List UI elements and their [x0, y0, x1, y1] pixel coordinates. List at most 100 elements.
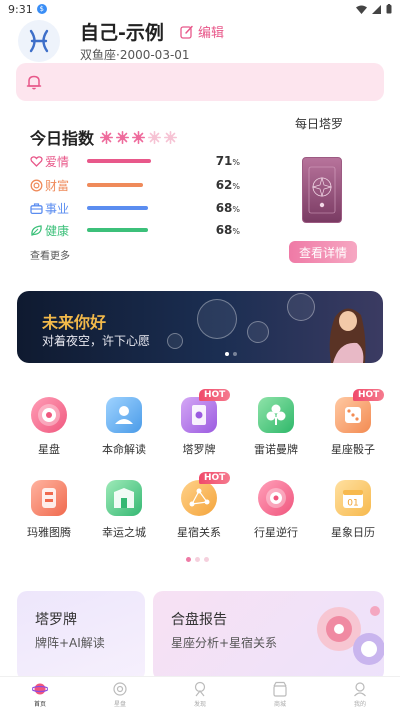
tab-astrolabe[interactable]: 星盘 [80, 677, 160, 711]
feature-item[interactable]: 01 星象日历 [318, 480, 388, 550]
tab-shop[interactable]: 商城 [240, 677, 320, 711]
synastry-report-card[interactable]: 合盘报告 星座分析+星宿关系 [153, 591, 384, 681]
tab-discover[interactable]: 发现 [160, 677, 240, 711]
feature-label: 雷诺曼牌 [254, 443, 298, 456]
notification-icon: $ [36, 4, 47, 14]
feature-label: 本命解读 [102, 443, 146, 456]
tarot-card[interactable] [302, 157, 342, 223]
today-index-title: 今日指数 [30, 125, 178, 149]
clover-icon [258, 397, 294, 433]
feature-label: 星象日历 [331, 526, 375, 539]
metric-bar [87, 183, 177, 187]
metric-bar-fill [87, 206, 149, 210]
briefcase-icon [30, 202, 43, 215]
notification-bar[interactable] [16, 63, 384, 101]
profile-header: 自己-示例 编辑 双鱼座·2000-03-01 [0, 18, 400, 66]
totem-icon [31, 480, 67, 516]
astrolabe-tab-icon [113, 681, 127, 696]
metric-value: 68% [215, 201, 240, 215]
star-empty-icon [148, 130, 162, 144]
banner-pager [225, 352, 237, 356]
feature-label: 幸运之城 [102, 526, 146, 539]
feature-label: 星宿关系 [177, 526, 221, 539]
feature-item[interactable]: 幸运之城 [89, 480, 159, 550]
pisces-icon [29, 29, 49, 53]
birth-info: 双鱼座·2000-03-01 [80, 48, 190, 62]
avatar[interactable] [18, 20, 60, 62]
metric-value: 71% [215, 154, 240, 168]
banner-dot[interactable] [233, 352, 237, 356]
feature-item[interactable]: 本命解读 [89, 397, 159, 467]
tarot-card-icon [308, 166, 336, 214]
tab-home[interactable]: 首页 [0, 677, 80, 711]
feature-label: 星盘 [38, 443, 60, 456]
status-time: 9:31 [8, 2, 33, 16]
person-icon [106, 397, 142, 433]
tab-label: 商城 [273, 700, 286, 708]
daily-tarot-title: 每日塔罗 [295, 117, 344, 131]
feature-item[interactable]: HOT 塔罗牌 [164, 389, 234, 467]
city-icon [106, 480, 142, 516]
girl-illustration [329, 308, 366, 363]
profile-icon [354, 681, 366, 696]
bubble-decoration [197, 299, 237, 339]
profile-name: 自己-示例 [80, 22, 164, 44]
edit-button[interactable]: 编辑 [180, 22, 224, 41]
promo-banner[interactable]: 未来你好 对着夜空，许下心愿 [17, 291, 383, 363]
feature-item[interactable]: 行星逆行 [241, 480, 311, 550]
feature-item[interactable]: 玛雅图腾 [14, 480, 84, 550]
shop-icon [273, 681, 287, 697]
tarot-card-title: 塔罗牌 [35, 612, 77, 628]
calendar-day: 01 [347, 499, 358, 509]
feature-item[interactable]: 星盘 [14, 397, 84, 467]
metric-row[interactable]: 事业 68% [30, 199, 240, 217]
metric-bar-fill [87, 159, 151, 163]
pager-dot[interactable] [186, 557, 191, 562]
star-filled-icon [100, 130, 114, 144]
calendar-icon: 01 [335, 480, 371, 516]
astrolabe-icon [31, 397, 67, 433]
report-card-subtitle: 星座分析+星宿关系 [171, 636, 278, 650]
feature-item[interactable]: HOT 星座骰子 [318, 389, 388, 467]
metric-bar [87, 206, 177, 210]
report-card-title: 合盘报告 [171, 612, 227, 628]
feature-item[interactable]: 雷诺曼牌 [241, 397, 311, 467]
bubble-decoration [287, 293, 315, 321]
feature-label: 星座骰子 [331, 443, 375, 456]
star-empty-icon [164, 130, 178, 144]
metric-label: 财富 [45, 178, 70, 193]
tab-label: 发现 [193, 700, 206, 708]
tab-label: 首页 [33, 700, 46, 708]
bell-icon [26, 75, 42, 90]
hot-badge: HOT [353, 389, 385, 401]
planet-icon [258, 480, 294, 516]
today-index-label: 今日指数 [30, 129, 95, 148]
feature-label: 塔罗牌 [182, 443, 216, 456]
metric-bar-fill [87, 228, 149, 232]
metric-label: 爱情 [45, 154, 70, 169]
heart-icon [30, 155, 43, 168]
status-bar: 9:31 $ [0, 0, 400, 18]
edit-icon [180, 25, 193, 39]
discover-icon [194, 681, 206, 696]
banner-title: 未来你好 [42, 313, 107, 332]
feature-item[interactable]: HOT 星宿关系 [164, 472, 234, 550]
bubble-decoration [167, 333, 183, 349]
view-more-link[interactable]: 查看更多 [30, 247, 70, 262]
feature-label: 玛雅图腾 [27, 526, 71, 539]
pager-dot[interactable] [204, 557, 209, 562]
tarot-icon: HOT [181, 389, 231, 433]
metric-row[interactable]: 爱情 71% [30, 152, 240, 170]
metric-row[interactable]: 财富 62% [30, 176, 240, 194]
pager-dot[interactable] [195, 557, 200, 562]
edit-label: 编辑 [198, 26, 225, 41]
tarot-feature-card[interactable]: 塔罗牌 牌阵+AI解读 [17, 591, 145, 681]
metric-bar-fill [87, 183, 143, 187]
tab-label: 我的 [353, 700, 366, 708]
tab-mine[interactable]: 我的 [320, 677, 400, 711]
metric-label: 健康 [45, 223, 70, 238]
banner-dot[interactable] [225, 352, 229, 356]
metric-row[interactable]: 健康 68% [30, 221, 240, 239]
metric-bar [87, 159, 177, 163]
view-details-button[interactable]: 查看详情 [289, 241, 357, 263]
